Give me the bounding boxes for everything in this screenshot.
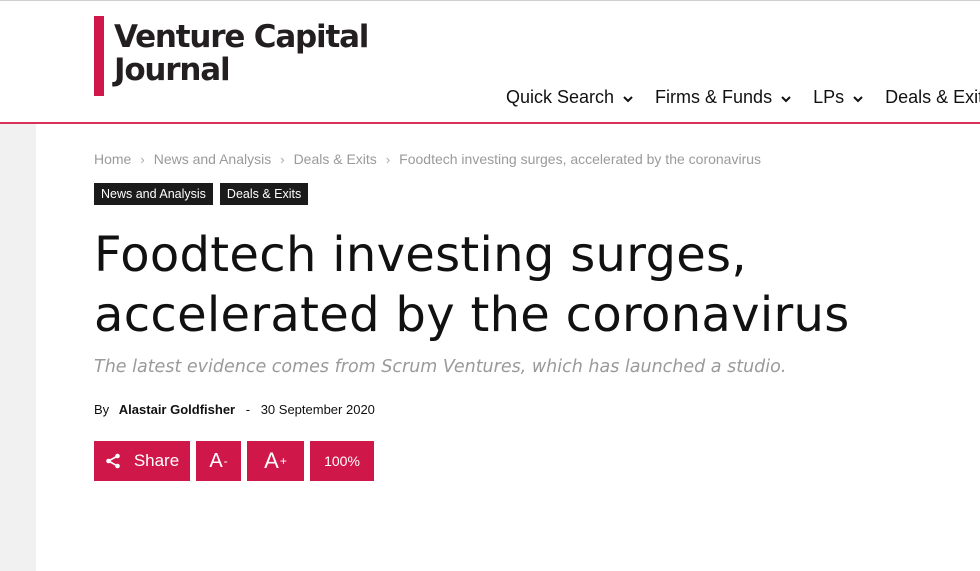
nav-item-deals-exits[interactable]: Deals & Exits: [885, 87, 980, 108]
font-zoom-indicator[interactable]: 100%: [310, 441, 374, 481]
breadcrumb: Home › News and Analysis › Deals & Exits…: [94, 151, 761, 167]
breadcrumb-home[interactable]: Home: [94, 151, 131, 167]
decrease-font-sup: -: [223, 454, 228, 468]
chevron-down-icon: [853, 87, 863, 108]
tag-news-analysis[interactable]: News and Analysis: [94, 183, 213, 205]
nav-item-quick-search[interactable]: Quick Search: [506, 87, 633, 108]
author-link[interactable]: Alastair Goldfisher: [119, 402, 235, 417]
decrease-font-button[interactable]: A-: [196, 441, 241, 481]
article-title: Foodtech investing surges, accelerated b…: [94, 225, 954, 345]
breadcrumb-separator: ›: [385, 151, 391, 167]
by-label: By: [94, 402, 110, 417]
increase-font-button[interactable]: A +: [247, 441, 304, 481]
increase-font-label: A: [264, 448, 279, 473]
nav-item-label: LPs: [813, 87, 845, 107]
article-subtitle: The latest evidence comes from Scrum Ven…: [94, 357, 787, 377]
breadcrumb-current: Foodtech investing surges, accelerated b…: [399, 151, 762, 167]
site-header: Venture Capital Journal Quick Search Fir…: [0, 1, 980, 124]
nav-item-label: Firms & Funds: [655, 87, 773, 107]
logo-accent-bar: [94, 16, 104, 96]
chevron-down-icon: [781, 87, 791, 108]
share-label: Share: [133, 451, 180, 470]
site-logo[interactable]: Venture Capital Journal: [94, 16, 369, 96]
share-icon: [106, 453, 120, 469]
date-separator: -: [245, 402, 251, 417]
nav-item-label: Quick Search: [506, 87, 615, 107]
logo-line-1: Venture Capital: [114, 19, 369, 55]
nav-item-lps[interactable]: LPs: [813, 87, 863, 108]
article-byline: By Alastair Goldfisher - 30 September 20…: [94, 402, 375, 417]
nav-item-firms-funds[interactable]: Firms & Funds: [655, 87, 791, 108]
breadcrumb-deals-exits[interactable]: Deals & Exits: [294, 151, 377, 167]
main-nav: Quick Search Firms & Funds LPs Deals & E…: [506, 87, 980, 108]
breadcrumb-separator: ›: [280, 151, 285, 167]
publish-date: 30 September 2020: [260, 402, 375, 417]
category-tags: News and Analysis Deals & Exits: [94, 183, 315, 205]
increase-font-sup: +: [279, 454, 287, 468]
logo-line-2: Journal: [114, 52, 231, 88]
share-button[interactable]: Share: [94, 441, 190, 481]
zoom-level: 100%: [324, 453, 360, 469]
nav-item-label: Deals & Exits: [885, 87, 980, 107]
left-gutter: [0, 124, 36, 571]
logo-wordmark: Venture Capital Journal: [114, 19, 369, 96]
decrease-font-label: A: [209, 449, 223, 472]
breadcrumb-news-analysis[interactable]: News and Analysis: [154, 151, 272, 167]
article-actions: Share A- A + 100%: [94, 441, 380, 481]
tag-deals-exits[interactable]: Deals & Exits: [219, 183, 309, 205]
article-title-line-1: Foodtech investing surges,: [94, 227, 747, 283]
article-title-line-2: accelerated by the coronavirus: [94, 287, 850, 343]
chevron-down-icon: [623, 87, 633, 108]
breadcrumb-separator: ›: [140, 151, 145, 167]
